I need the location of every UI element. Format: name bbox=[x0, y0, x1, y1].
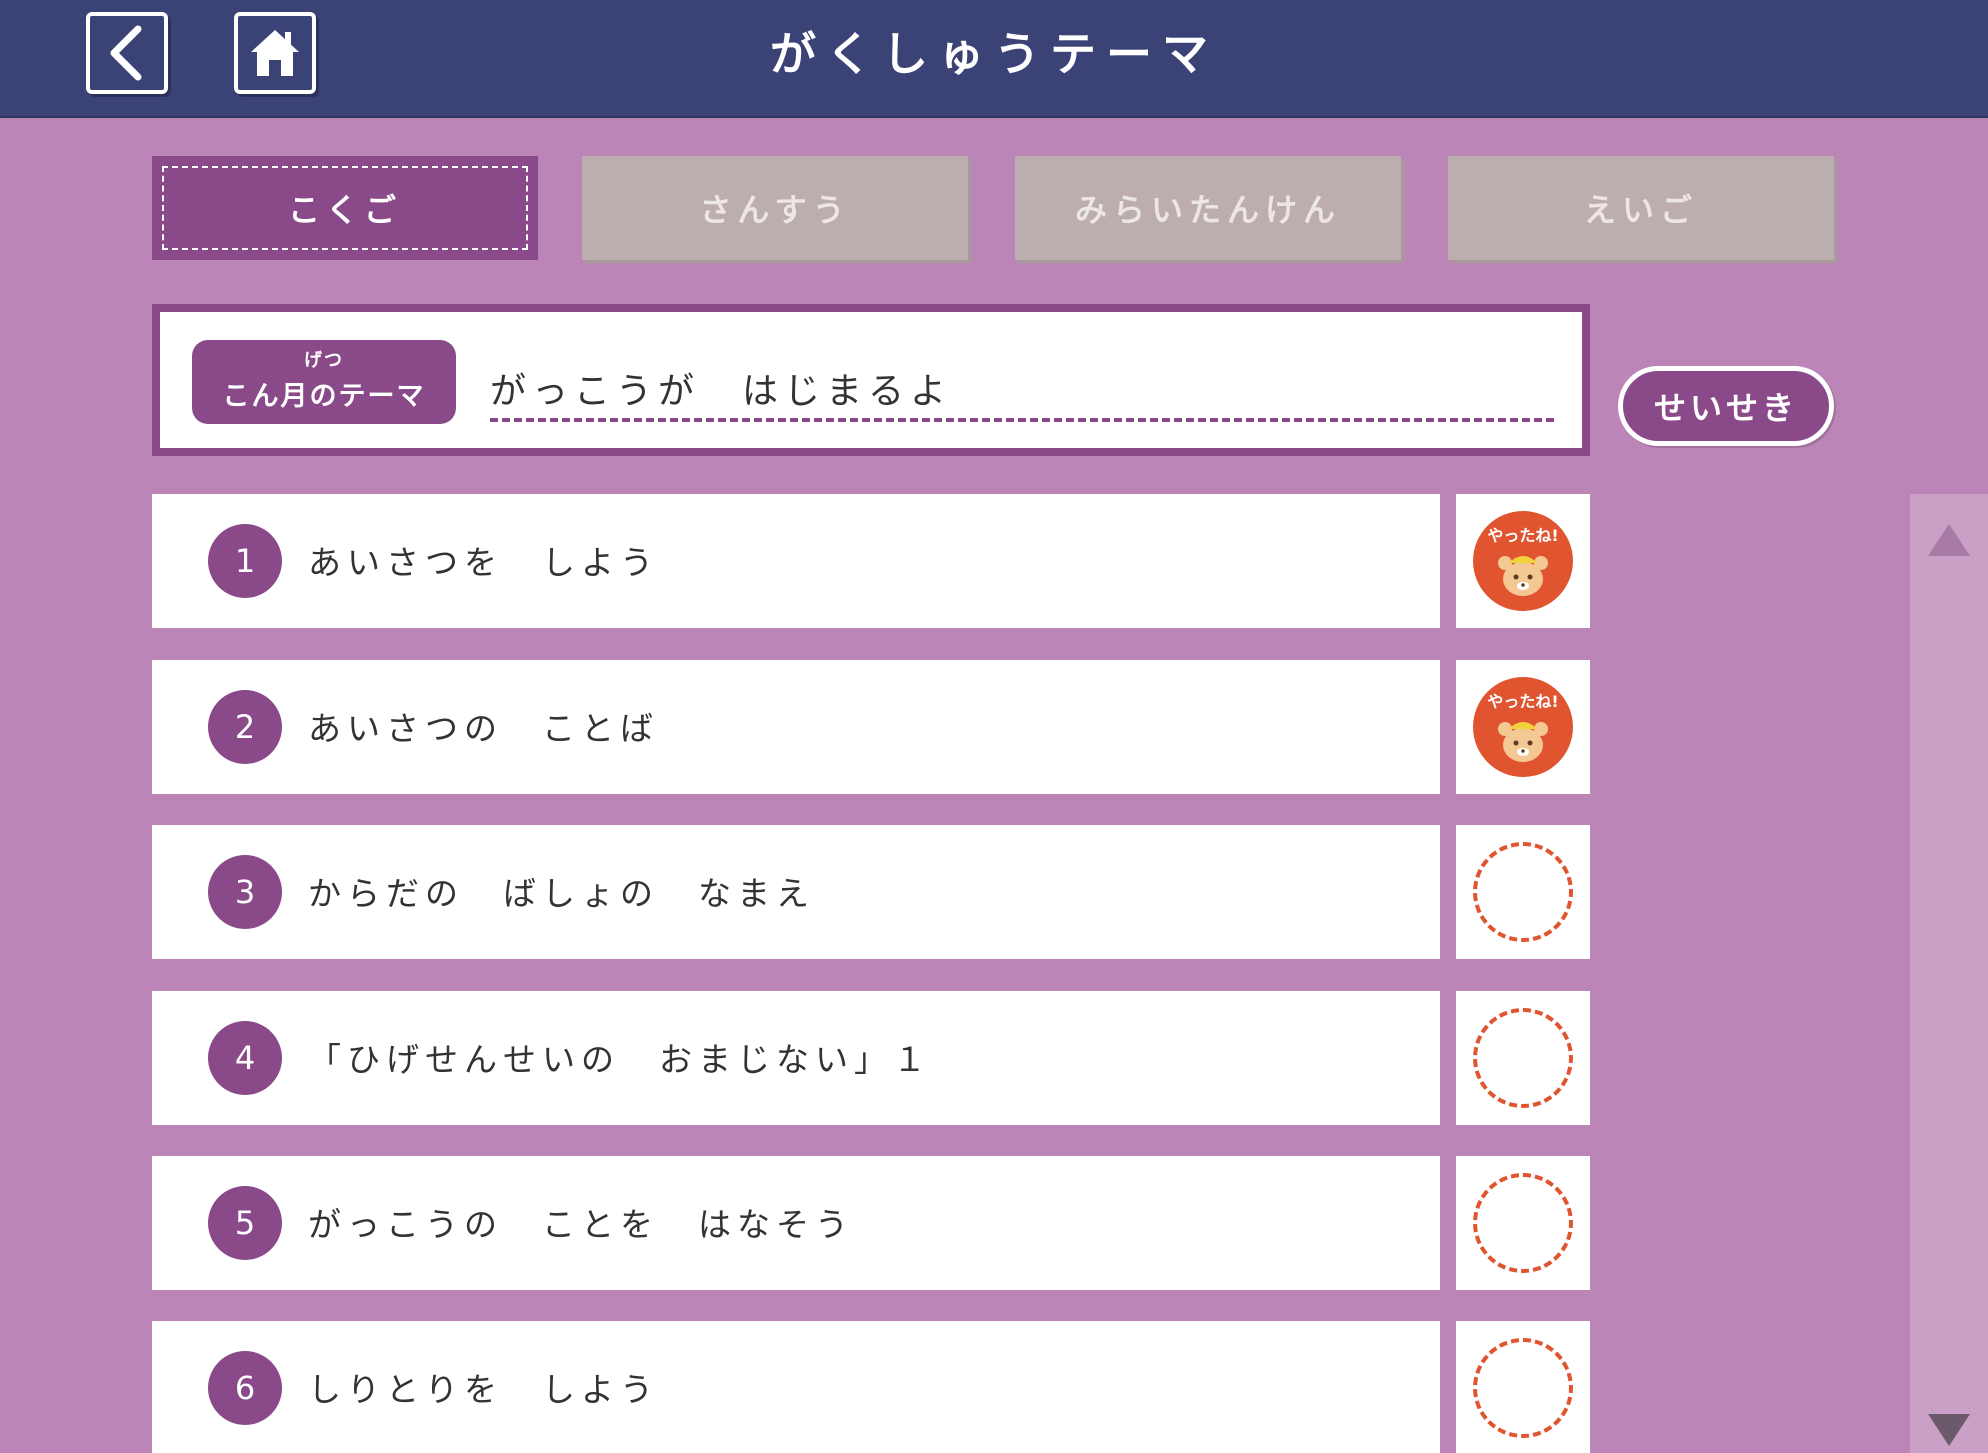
lesson-number: 1 bbox=[208, 524, 282, 598]
monthly-theme-box: げつ こん月のテーマ がっこうが はじまるよ bbox=[152, 304, 1590, 456]
tab-label: さんすう bbox=[699, 191, 851, 229]
bear-stamp-icon: やったね! bbox=[1473, 677, 1573, 777]
lesson-stamp-box: やったね! bbox=[1456, 660, 1590, 794]
lesson-stamp-box: やったね! bbox=[1456, 494, 1590, 628]
lesson-label: しりとりを しよう bbox=[308, 1370, 659, 1409]
scroll-down-arrow-icon[interactable] bbox=[1924, 1410, 1974, 1450]
tab-miraitanken[interactable]: みらいたんけん bbox=[1015, 156, 1401, 260]
theme-underline bbox=[490, 418, 1554, 422]
tab-label: みらいたんけん bbox=[1074, 191, 1341, 229]
header-bar: がくしゅうテーマ bbox=[0, 0, 1988, 118]
lesson-stamp-box bbox=[1456, 1321, 1590, 1453]
lesson-label: あいさつの ことば bbox=[308, 709, 659, 748]
lesson-row[interactable]: 6 しりとりを しよう bbox=[152, 1321, 1440, 1453]
lesson-label: がっこうの ことを はなそう bbox=[308, 1205, 854, 1244]
lesson-number: 6 bbox=[208, 1351, 282, 1425]
lesson-number: 2 bbox=[208, 690, 282, 764]
empty-stamp-circle bbox=[1473, 1173, 1573, 1273]
tab-sansu[interactable]: さんすう bbox=[582, 156, 968, 260]
monthly-theme-badge: げつ こん月のテーマ bbox=[192, 340, 456, 424]
tab-label: えいご bbox=[1583, 191, 1698, 229]
tab-eigo[interactable]: えいご bbox=[1448, 156, 1834, 260]
page-title: がくしゅうテーマ bbox=[770, 27, 1218, 81]
lesson-stamp-box bbox=[1456, 825, 1590, 959]
lesson-number: 3 bbox=[208, 855, 282, 929]
lesson-row[interactable]: 5 がっこうの ことを はなそう bbox=[152, 1156, 1440, 1290]
badge-label: こん月のテーマ bbox=[222, 381, 426, 412]
tab-label: こくご bbox=[287, 191, 402, 229]
lesson-number: 4 bbox=[208, 1021, 282, 1095]
empty-stamp-circle bbox=[1473, 1338, 1573, 1438]
svg-text:やったね!: やったね! bbox=[1487, 692, 1558, 711]
lesson-row[interactable]: 1 あいさつを しよう bbox=[152, 494, 1440, 628]
scroll-up-arrow-icon[interactable] bbox=[1924, 520, 1974, 560]
lesson-stamp-box bbox=[1456, 1156, 1590, 1290]
empty-stamp-circle bbox=[1473, 842, 1573, 942]
bear-stamp-icon: やったね! bbox=[1473, 511, 1573, 611]
monthly-theme-text: がっこうが はじまるよ bbox=[490, 371, 953, 412]
seiseki-label: せいせき bbox=[1653, 389, 1798, 427]
lesson-number: 5 bbox=[208, 1186, 282, 1260]
lesson-row[interactable]: 2 あいさつの ことば bbox=[152, 660, 1440, 794]
lesson-label: あいさつを しよう bbox=[308, 543, 659, 582]
svg-text:やったね!: やったね! bbox=[1487, 526, 1558, 545]
tab-kokugo[interactable]: こくご bbox=[152, 156, 538, 260]
lesson-label: からだの ばしょの なまえ bbox=[308, 874, 815, 913]
empty-stamp-circle bbox=[1473, 1008, 1573, 1108]
lesson-row[interactable]: 4 「ひげせんせいの おまじない」１ bbox=[152, 991, 1440, 1125]
lesson-label: 「ひげせんせいの おまじない」１ bbox=[308, 1040, 932, 1079]
lesson-row[interactable]: 3 からだの ばしょの なまえ bbox=[152, 825, 1440, 959]
badge-ruby: げつ bbox=[304, 350, 344, 371]
seiseki-button[interactable]: せいせき bbox=[1618, 366, 1834, 446]
scrollbar[interactable] bbox=[1910, 494, 1988, 1453]
lesson-stamp-box bbox=[1456, 991, 1590, 1125]
